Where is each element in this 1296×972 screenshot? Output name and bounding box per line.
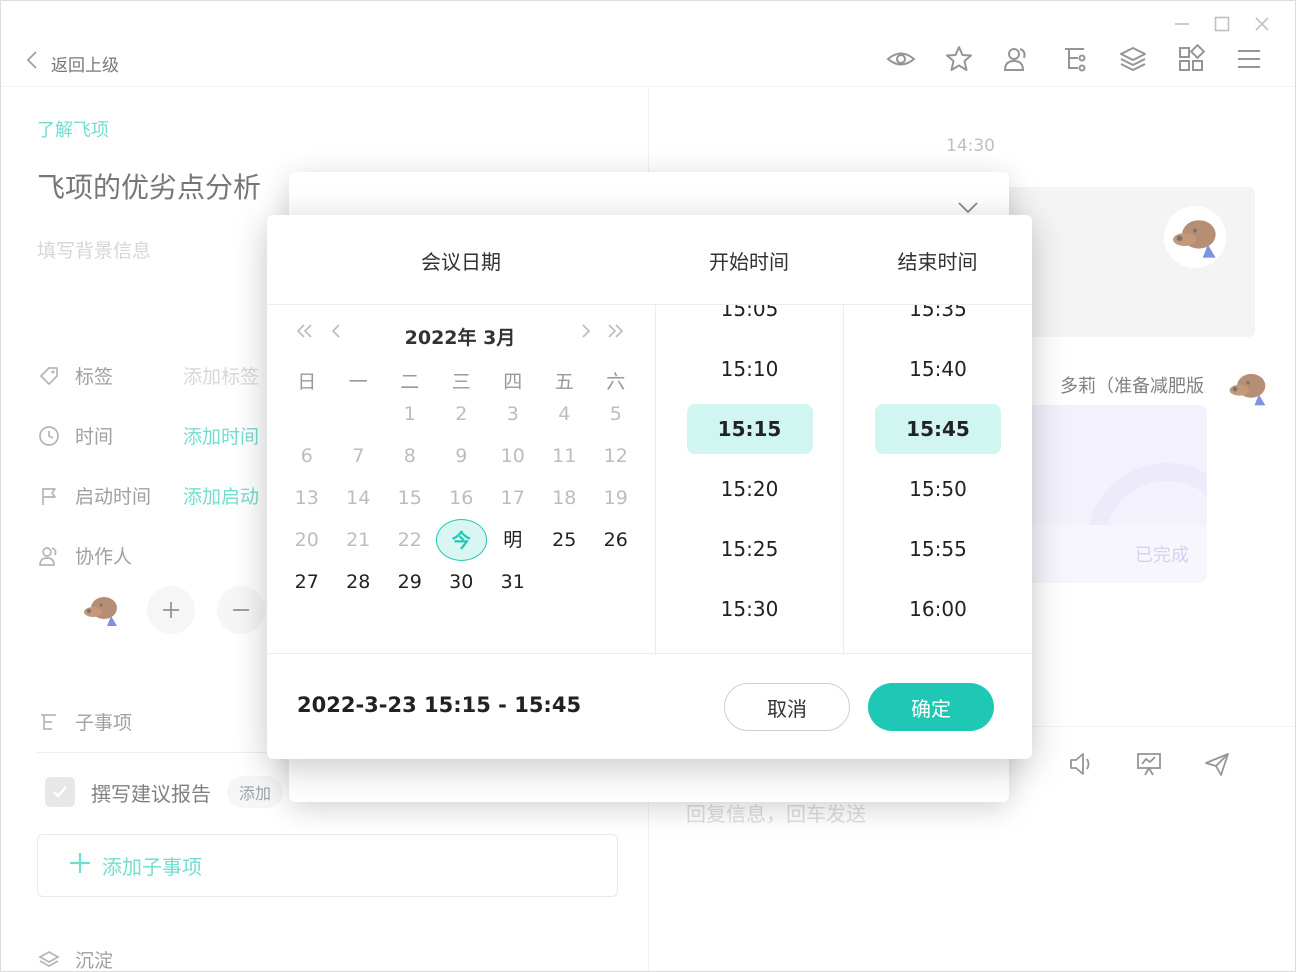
calendar-day: 20 <box>294 529 319 551</box>
calendar-day <box>333 393 385 435</box>
calendar-day: 1 <box>403 403 416 425</box>
time-option[interactable]: 15:55 <box>844 537 1032 561</box>
calendar-day: 5 <box>609 403 622 425</box>
calendar-week: 27 28 29 30 31 <box>281 561 643 603</box>
calendar-day: 19 <box>603 487 628 509</box>
month-label: 2022年 3月 <box>404 327 516 349</box>
calendar-day: 4 <box>558 403 571 425</box>
calendar-day: 11 <box>552 445 577 467</box>
time-option[interactable]: 15:30 <box>656 597 843 621</box>
end-time-header: 结束时间 <box>897 249 978 274</box>
calendar-day: 9 <box>455 445 468 467</box>
calendar-nav: 2022年 3月 <box>295 321 625 351</box>
meeting-time-picker: 会议日期 开始时间 结束时间 2022年 3月 日 一 二 三 四 五 六 1 … <box>267 215 1032 759</box>
calendar-day: 22 <box>397 529 422 551</box>
calendar-day <box>590 561 642 603</box>
time-option[interactable]: 15:20 <box>656 477 843 501</box>
calendar-day-today-cell: 今 <box>435 519 487 561</box>
calendar-day <box>539 561 591 603</box>
time-option[interactable]: 15:40 <box>844 357 1032 381</box>
start-time-list[interactable]: 15:05 15:10 15:15 15:20 15:25 15:30 <box>656 305 843 653</box>
time-option-selected[interactable]: 15:45 <box>844 417 1032 441</box>
weekday: 六 <box>606 371 626 393</box>
calendar-week: 1 2 3 4 5 <box>281 393 643 435</box>
calendar-day: 14 <box>346 487 371 509</box>
weekday: 五 <box>554 371 574 393</box>
calendar-day-today[interactable]: 今 <box>435 519 487 561</box>
calendar-week: 20 21 22 今 明 25 26 <box>281 519 643 561</box>
time-option[interactable]: 15:50 <box>844 477 1032 501</box>
calendar-day: 16 <box>449 487 474 509</box>
calendar-day: 12 <box>603 445 628 467</box>
calendar-day[interactable]: 29 <box>384 561 436 603</box>
start-time-header: 开始时间 <box>709 249 789 274</box>
next-year-icon[interactable] <box>605 321 625 347</box>
calendar-day: 6 <box>300 445 313 467</box>
calendar-day: 17 <box>500 487 525 509</box>
calendar-day: 8 <box>403 445 416 467</box>
time-option[interactable]: 15:35 <box>844 305 1032 321</box>
time-option-selected[interactable]: 15:15 <box>656 417 843 441</box>
calendar-day[interactable]: 25 <box>539 519 591 561</box>
calendar-day: 21 <box>346 529 371 551</box>
weekday: 三 <box>451 371 471 393</box>
calendar-day[interactable]: 27 <box>281 561 333 603</box>
selection-summary: 2022-3-23 15:15 - 15:45 <box>297 693 582 717</box>
calendar-day[interactable]: 26 <box>590 519 642 561</box>
divider <box>267 653 1032 654</box>
weekday: 二 <box>400 371 420 393</box>
end-time-list[interactable]: 15:35 15:40 15:45 15:50 15:55 16:00 <box>844 305 1032 653</box>
cancel-button[interactable]: 取消 <box>724 683 850 731</box>
calendar-day: 15 <box>397 487 422 509</box>
calendar-day: 3 <box>506 403 519 425</box>
time-option[interactable]: 15:25 <box>656 537 843 561</box>
calendar-week: 13 14 15 16 17 18 19 <box>281 477 643 519</box>
calendar-day[interactable]: 31 <box>487 561 539 603</box>
calendar-day: 2 <box>455 403 468 425</box>
app-window: 返回上级 了解飞项 飞项的优劣点分析 填写背景信息 标签 添加标签 时间 添加时… <box>0 0 1296 972</box>
calendar-day: 7 <box>352 445 365 467</box>
calendar-day: 18 <box>552 487 577 509</box>
calendar-day <box>281 393 333 435</box>
weekday: 日 <box>297 371 317 393</box>
weekday: 四 <box>503 371 523 393</box>
calendar-day: 13 <box>294 487 319 509</box>
next-month-icon[interactable] <box>579 321 593 347</box>
weekday-header: 日 一 二 三 四 五 六 <box>281 367 643 394</box>
calendar-week: 6 7 8 9 10 11 12 <box>281 435 643 477</box>
calendar-day[interactable]: 28 <box>333 561 385 603</box>
weekday: 一 <box>348 371 368 393</box>
calendar-day: 10 <box>500 445 525 467</box>
confirm-button[interactable]: 确定 <box>868 683 994 731</box>
time-option[interactable]: 16:00 <box>844 597 1032 621</box>
time-option[interactable]: 15:10 <box>656 357 843 381</box>
time-option[interactable]: 15:05 <box>656 305 843 321</box>
date-column-header: 会议日期 <box>421 249 501 274</box>
calendar-day[interactable]: 30 <box>436 561 488 603</box>
calendar-day[interactable]: 明 <box>487 519 539 561</box>
